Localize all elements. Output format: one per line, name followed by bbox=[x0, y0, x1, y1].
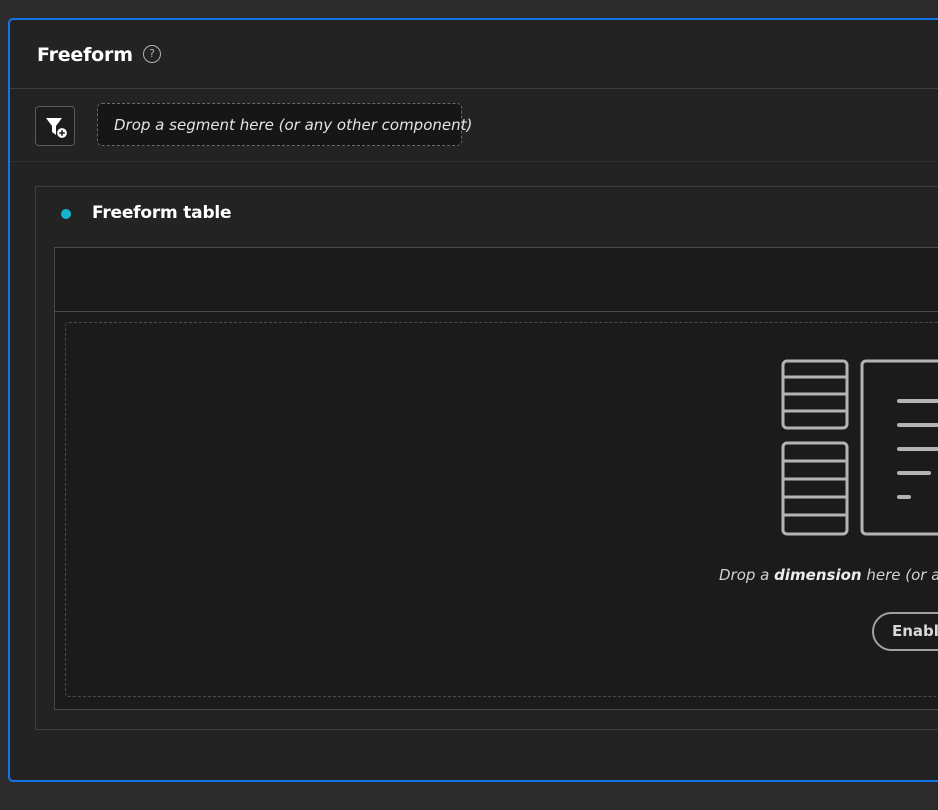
segment-drop-bar: Drop a segment here (or any other compon… bbox=[10, 89, 938, 162]
drop-hint-suffix: here (or any o bbox=[866, 566, 938, 584]
enable-button[interactable]: Enable bbox=[872, 612, 938, 651]
segment-drop-zone[interactable]: Drop a segment here (or any other compon… bbox=[97, 103, 472, 146]
panel-title: Freeform bbox=[37, 44, 133, 66]
drop-dimension-hint: Drop a dimension here (or any o bbox=[719, 566, 938, 584]
panel-header: Freeform ? bbox=[10, 20, 938, 89]
freeform-table: Drop a dimension here (or any o Enable bbox=[54, 247, 938, 710]
filter-add-icon bbox=[46, 118, 68, 139]
dimension-drop-zone[interactable]: Drop a dimension here (or any o Enable bbox=[65, 322, 938, 697]
status-dot bbox=[61, 209, 71, 219]
drop-hint-emphasis: dimension bbox=[774, 566, 862, 584]
freeform-table-illustration-icon bbox=[781, 359, 938, 536]
visualization-title: Freeform table bbox=[92, 203, 232, 223]
freeform-panel: Freeform ? Drop a segment here (or any o… bbox=[8, 18, 938, 782]
table-header bbox=[55, 248, 938, 312]
add-segment-filter-button[interactable] bbox=[35, 106, 75, 146]
freeform-table-visualization: Freeform table Drop a dimension here (or… bbox=[35, 186, 938, 730]
drop-hint-prefix: Drop a bbox=[719, 566, 775, 584]
help-icon[interactable]: ? bbox=[143, 45, 161, 63]
segment-drop-placeholder: Drop a segment here (or any other compon… bbox=[114, 116, 473, 134]
